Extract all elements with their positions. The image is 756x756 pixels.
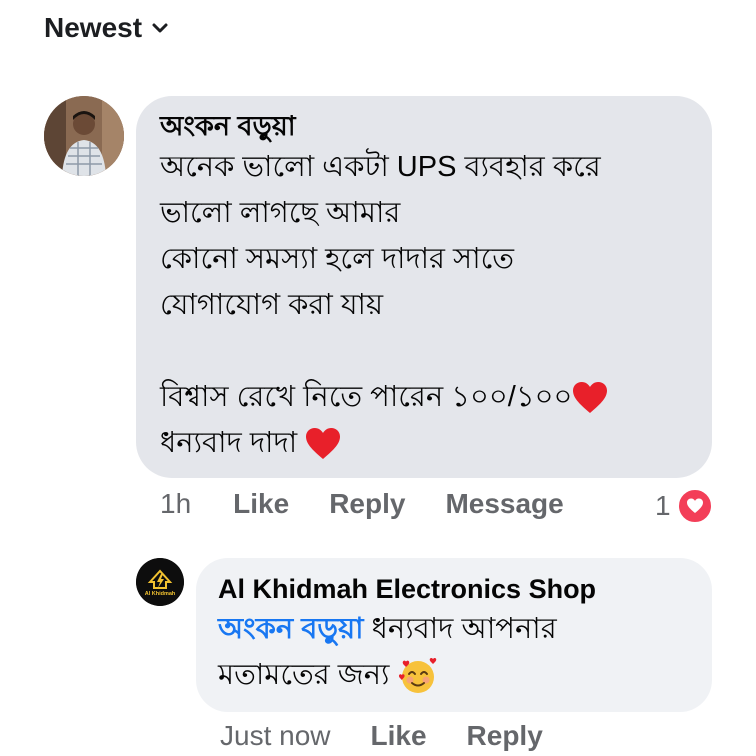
reply-text: মতামতের জন্য	[218, 659, 390, 691]
reply-bubble: Al Khidmah Electronics Shop অংকন বড়ুয়া…	[196, 558, 712, 712]
reply-author[interactable]: Al Khidmah Electronics Shop	[218, 572, 690, 606]
red-heart-icon	[306, 428, 341, 460]
reply-timestamp[interactable]: Just now	[220, 720, 331, 752]
reply-actions: Just now Like Reply	[220, 720, 583, 752]
comment-text-line: যোগাযোগ করা যায়	[160, 289, 384, 321]
mention-link[interactable]: অংকন বড়ুয়া	[218, 613, 364, 645]
comment-text-line-with-heart: বিশ্বাস রেখে নিতে পারেন ১০০/১০০	[160, 374, 688, 420]
reply-text-line: অংকন বড়ুয়া ধন্যবাদ আপনার	[218, 606, 690, 652]
comment-text-line: অনেক ভালো একটা UPS ব্যবহার করে	[160, 151, 601, 183]
svg-text:Al Khidmah: Al Khidmah	[145, 591, 176, 597]
comment-text-line-with-heart: ধন্যবাদ দাদা	[160, 420, 688, 466]
smiling-face-with-hearts-icon	[398, 658, 436, 694]
comment-text: ধন্যবাদ দাদা	[160, 427, 298, 459]
heart-icon	[676, 488, 713, 524]
sort-label: Newest	[44, 12, 143, 43]
reply-text-line: মতামতের জন্য	[218, 652, 690, 698]
reply-button[interactable]: Reply	[329, 488, 405, 520]
reaction-summary[interactable]: 1	[655, 488, 713, 524]
commenter-avatar[interactable]	[44, 96, 124, 176]
sort-dropdown[interactable]: Newest	[44, 12, 170, 44]
page-avatar[interactable]: Al Khidmah	[136, 558, 184, 606]
like-button[interactable]: Like	[233, 488, 289, 520]
comment-text-line: কোনো সমস্যা হলে দাদার সাতে	[160, 243, 515, 275]
reaction-count: 1	[655, 490, 671, 521]
comment-text-line: ভালো লাগছে আমার	[160, 197, 401, 229]
comment-timestamp[interactable]: 1h	[160, 488, 191, 520]
comment-actions: 1h Like Reply Message	[160, 488, 604, 520]
al-khidmah-logo: Al Khidmah	[136, 558, 184, 606]
comment-bubble: অংকন বড়ুয়া অনেক ভালো একটা UPS ব্যবহার …	[136, 96, 712, 478]
comment-author[interactable]: অংকন বড়ুয়া	[160, 108, 688, 144]
like-button[interactable]: Like	[371, 720, 427, 752]
reply-button[interactable]: Reply	[467, 720, 543, 752]
chevron-down-icon	[152, 23, 168, 33]
profile-photo	[44, 96, 124, 176]
message-button[interactable]: Message	[445, 488, 563, 520]
comment-text: বিশ্বাস রেখে নিতে পারেন ১০০/১০০	[160, 381, 573, 413]
red-heart-icon	[573, 382, 608, 414]
reply-text: ধন্যবাদ আপনার	[363, 613, 557, 645]
